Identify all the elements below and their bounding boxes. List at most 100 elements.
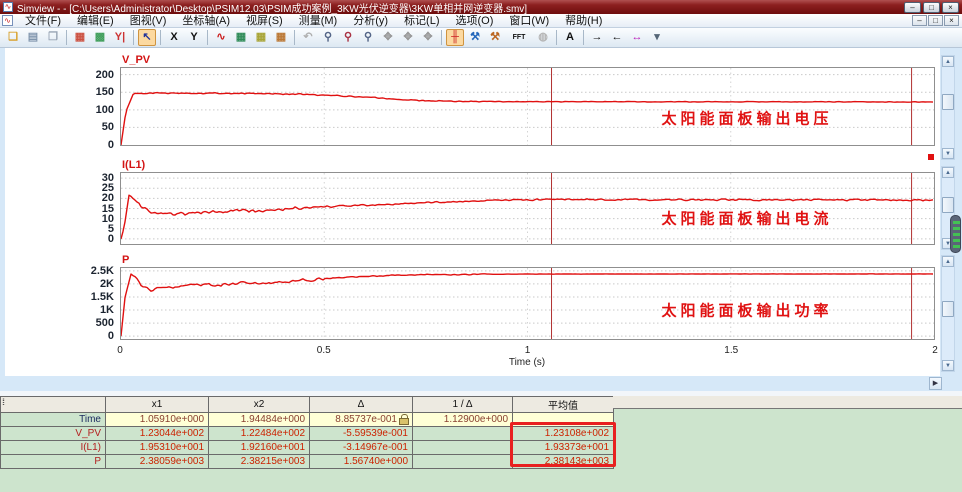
time-average[interactable] <box>512 412 614 427</box>
menu-item-3[interactable]: 坐标轴(A) <box>174 14 238 27</box>
p-x2[interactable]: 2.38215e+003 <box>208 454 310 469</box>
pane-splitter-handle[interactable] <box>950 215 961 253</box>
measure-icon[interactable]: ⚒ <box>466 29 484 46</box>
il1-x1[interactable]: 1.95310e+001 <box>105 440 209 455</box>
y-axis-icon[interactable]: Y <box>185 29 203 46</box>
copy-page-icon[interactable]: ❐ <box>44 29 62 46</box>
measure-label-icon[interactable]: ⚒ <box>486 29 504 46</box>
y-tick-label: 2K <box>99 277 114 290</box>
header-x2[interactable]: x2 <box>208 396 310 413</box>
menu-item-2[interactable]: 图视(V) <box>122 14 175 27</box>
il1-inverse-delta[interactable] <box>412 440 513 455</box>
legend-p[interactable]: P <box>122 254 129 266</box>
fft-icon[interactable]: FFT <box>506 29 532 46</box>
menu-item-5[interactable]: 测量(M) <box>291 14 346 27</box>
header-delta[interactable]: Δ <box>309 396 413 413</box>
toolbar-overflow-icon[interactable]: ▾ <box>648 29 666 46</box>
p-delta[interactable]: 1.56740e+000 <box>309 454 413 469</box>
menu-item-0[interactable]: 文件(F) <box>17 14 69 27</box>
p-average[interactable]: 2.38143e+003 <box>512 454 614 469</box>
child-minimize-button[interactable]: – <box>912 15 927 26</box>
row-label[interactable]: P <box>0 454 106 469</box>
plot3-vscrollbar[interactable]: ▲ ▼ <box>941 255 955 372</box>
maximize-button[interactable]: □ <box>923 1 940 13</box>
menu-item-6[interactable]: 分析(y) <box>345 14 396 27</box>
table-grip-icon[interactable]: ⁞⁞ <box>2 397 5 407</box>
split-screen-icon[interactable]: ▦ <box>252 29 270 46</box>
x-axis-icon[interactable]: X <box>165 29 183 46</box>
header-x1[interactable]: x1 <box>105 396 209 413</box>
menu-item-7[interactable]: 标记(L) <box>396 14 447 27</box>
scroll-right-icon[interactable]: ▶ <box>929 377 942 390</box>
zoom-in-icon[interactable]: ⚲ <box>339 29 357 46</box>
table-row-vpv[interactable]: V_PV 1.23044e+002 1.22484e+002 -5.59539e… <box>0 426 614 441</box>
il1-delta[interactable]: -3.14967e-001 <box>309 440 413 455</box>
menu-item-4[interactable]: 视屏(S) <box>238 14 291 27</box>
stamp-icon[interactable]: ▦ <box>71 29 89 46</box>
print-icon[interactable]: ▤ <box>24 29 42 46</box>
menu-item-1[interactable]: 编辑(E) <box>69 14 122 27</box>
menu-item-10[interactable]: 帮助(H) <box>557 14 610 27</box>
table-row-il1[interactable]: I(L1) 1.95310e+001 1.92160e+001 -3.14967… <box>0 440 614 455</box>
vpv-delta[interactable]: -5.59539e-001 <box>309 426 413 441</box>
header-average[interactable]: 平均值 <box>512 396 614 413</box>
row-label[interactable]: Time <box>0 412 106 427</box>
child-restore-button[interactable]: □ <box>928 15 943 26</box>
merge-screen-icon[interactable]: ▦ <box>272 29 290 46</box>
plot1-vscrollbar[interactable]: ▲ ▼ <box>941 55 955 160</box>
vpv-inverse-delta[interactable] <box>412 426 513 441</box>
legend-vpv[interactable]: V_PV <box>122 54 150 66</box>
pan-x-icon[interactable]: ✥ <box>399 29 417 46</box>
il1-x2[interactable]: 1.92160e+001 <box>208 440 310 455</box>
prev-marker-icon[interactable]: ← <box>608 29 626 46</box>
add-screen-icon[interactable]: ▦ <box>232 29 250 46</box>
zoom-icon[interactable]: ⚲ <box>319 29 337 46</box>
scroll-up-icon[interactable]: ▲ <box>942 256 954 267</box>
text-label-icon[interactable]: A <box>561 29 579 46</box>
child-close-button[interactable]: × <box>944 15 959 26</box>
cursor-marker-icon[interactable]: ╫ <box>446 29 464 46</box>
minimize-button[interactable]: – <box>904 1 921 13</box>
pointer-select-icon[interactable]: ↖ <box>138 29 156 46</box>
pan-y-icon[interactable]: ✥ <box>419 29 437 46</box>
open-file-icon[interactable]: ❏ <box>4 29 22 46</box>
table-row-time[interactable]: Time 1.05910e+000 1.94484e+000 8.85737e-… <box>0 412 614 427</box>
time-inverse-delta[interactable]: 1.12900e+000 <box>412 412 513 427</box>
undo-icon[interactable]: ↶ <box>299 29 317 46</box>
table-row-p[interactable]: P 2.38059e+003 2.38215e+003 1.56740e+000… <box>0 454 614 469</box>
pan-icon[interactable]: ✥ <box>379 29 397 46</box>
range-marker-icon[interactable]: ↔ <box>628 29 646 46</box>
row-label[interactable]: V_PV <box>0 426 106 441</box>
header-inverse-delta[interactable]: 1 / Δ <box>412 396 513 413</box>
vpv-average[interactable]: 1.23108e+002 <box>512 426 614 441</box>
smith-chart-icon[interactable]: ◍ <box>534 29 552 46</box>
scroll-thumb[interactable] <box>942 197 954 213</box>
scroll-thumb[interactable] <box>942 94 954 110</box>
close-button[interactable]: × <box>942 1 959 13</box>
vpv-x2[interactable]: 1.22484e+002 <box>208 426 310 441</box>
time-x2[interactable]: 1.94484e+000 <box>208 412 310 427</box>
scroll-up-icon[interactable]: ▲ <box>942 56 954 67</box>
p-x1[interactable]: 2.38059e+003 <box>105 454 209 469</box>
il1-average[interactable]: 1.93373e+001 <box>512 440 614 455</box>
p-inverse-delta[interactable] <box>412 454 513 469</box>
next-marker-icon[interactable]: → <box>588 29 606 46</box>
horizontal-scrollbar[interactable]: ▶ <box>0 376 962 391</box>
time-delta[interactable]: 8.85737e-001 <box>309 412 413 427</box>
menu-item-8[interactable]: 选项(O) <box>448 14 502 27</box>
scroll-down-icon[interactable]: ▼ <box>942 360 954 371</box>
vpv-x1[interactable]: 1.23044e+002 <box>105 426 209 441</box>
plot-vpv[interactable] <box>120 67 935 146</box>
row-label[interactable]: I(L1) <box>0 440 106 455</box>
zoom-out-icon[interactable]: ⚲ <box>359 29 377 46</box>
scroll-down-icon[interactable]: ▼ <box>942 148 954 159</box>
lock-icon[interactable] <box>399 414 409 425</box>
axis-label-icon[interactable]: Y| <box>111 29 129 46</box>
scroll-thumb[interactable] <box>942 301 954 317</box>
legend-il1[interactable]: I(L1) <box>122 159 145 171</box>
add-waveform-icon[interactable]: ∿ <box>212 29 230 46</box>
time-x1[interactable]: 1.05910e+000 <box>105 412 209 427</box>
screen-image-icon[interactable]: ▩ <box>91 29 109 46</box>
scroll-up-icon[interactable]: ▲ <box>942 167 954 178</box>
menu-item-9[interactable]: 窗口(W) <box>501 14 557 27</box>
